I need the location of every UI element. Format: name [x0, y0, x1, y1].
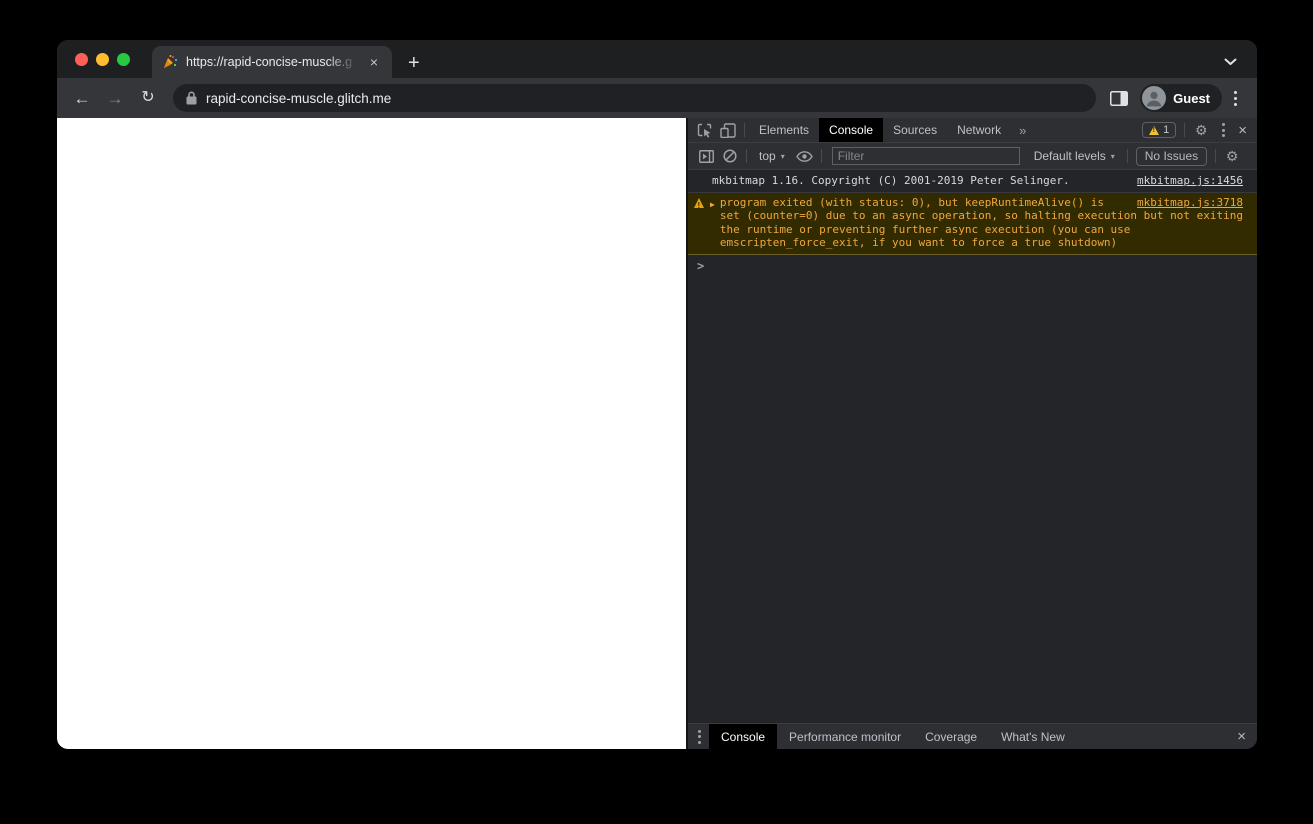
clear-console-icon[interactable]	[718, 143, 742, 169]
minimize-window-button[interactable]	[96, 52, 109, 66]
party-popper-favicon	[164, 55, 178, 68]
back-button[interactable]: ←	[69, 90, 95, 107]
maximize-window-button[interactable]	[117, 52, 130, 66]
drawer-close-icon[interactable]: ×	[1226, 729, 1257, 744]
browser-menu-icon[interactable]	[1226, 90, 1245, 106]
browser-window: https://rapid-concise-muscle.g × + ← → ↻…	[57, 40, 1257, 749]
warning-triangle-icon	[694, 197, 704, 213]
inspect-element-icon[interactable]	[692, 118, 716, 142]
browser-toolbar: ← → ↻ rapid-concise-muscle.glitch.me Gue…	[57, 78, 1257, 118]
expand-arrow-icon[interactable]: ▶	[710, 198, 715, 212]
drawer-tab-performance-monitor[interactable]: Performance monitor	[777, 724, 913, 749]
console-sidebar-icon[interactable]	[694, 143, 718, 169]
issues-button[interactable]: No Issues	[1135, 146, 1208, 166]
devtools-drawer: Console Performance monitor Coverage Wha…	[688, 723, 1257, 749]
prompt-chevron: >	[697, 258, 705, 273]
url-text[interactable]: rapid-concise-muscle.glitch.me	[206, 91, 391, 106]
console-toolbar: top ▾ Default levels ▾ No Issues	[688, 143, 1257, 170]
warning-triangle-icon	[1149, 125, 1160, 135]
web-page-viewport[interactable]	[57, 118, 686, 749]
console-messages: mkbitmap.js:1456 mkbitmap 1.16. Copyright…	[688, 170, 1257, 723]
devtools-tab-elements[interactable]: Elements	[749, 118, 819, 142]
side-panel-icon[interactable]	[1110, 90, 1129, 106]
avatar-icon	[1142, 86, 1167, 110]
browser-tab[interactable]: https://rapid-concise-muscle.g ×	[152, 46, 392, 78]
drawer-tab-coverage[interactable]: Coverage	[913, 724, 989, 749]
tab-close-icon[interactable]: ×	[366, 53, 382, 71]
profile-name: Guest	[1173, 90, 1210, 106]
devtools-tabbar: Elements Console Sources Network » 1 ⚙ ×	[688, 118, 1257, 143]
console-filter-input[interactable]	[831, 147, 1020, 165]
tab-title: https://rapid-concise-muscle.g	[186, 55, 353, 69]
devtools-menu-icon[interactable]	[1213, 123, 1234, 137]
tab-strip: https://rapid-concise-muscle.g × +	[57, 40, 1257, 78]
close-window-button[interactable]	[75, 52, 88, 66]
source-link[interactable]: mkbitmap.js:3718	[1137, 196, 1243, 210]
context-selector[interactable]: top ▾	[751, 149, 793, 163]
devtools-tab-network[interactable]: Network	[947, 118, 1011, 142]
warning-count: 1	[1163, 124, 1170, 136]
devtools-tab-console[interactable]: Console	[819, 118, 884, 142]
devtools-tab-sources[interactable]: Sources	[883, 118, 947, 142]
source-link[interactable]: mkbitmap.js:1456	[1137, 174, 1243, 188]
drawer-tab-whats-new[interactable]: What's New	[989, 724, 1077, 749]
log-levels-selector[interactable]: Default levels ▾	[1026, 149, 1123, 163]
address-bar[interactable]: rapid-concise-muscle.glitch.me	[173, 84, 1097, 112]
log-text: mkbitmap 1.16. Copyright (C) 2001-2019 P…	[712, 174, 1070, 187]
device-toolbar-icon[interactable]	[716, 118, 740, 142]
devtools-settings-icon[interactable]: ⚙	[1189, 118, 1213, 142]
lock-icon[interactable]	[186, 91, 197, 105]
console-settings-icon[interactable]: ⚙	[1220, 143, 1244, 169]
warning-count-badge[interactable]: 1	[1142, 122, 1177, 138]
more-tabs-icon[interactable]: »	[1011, 123, 1034, 138]
live-expression-eye-icon[interactable]	[793, 143, 817, 169]
chevron-down-icon: ▾	[780, 151, 785, 161]
new-tab-button[interactable]: +	[408, 53, 420, 73]
forward-button[interactable]: →	[102, 90, 128, 107]
profile-chip[interactable]: Guest	[1140, 84, 1222, 112]
console-warning-message: ▶ mkbitmap.js:3718program exited (with s…	[688, 192, 1257, 255]
devtools-panel: Elements Console Sources Network » 1 ⚙ ×	[686, 118, 1257, 749]
tab-search-chevron-icon[interactable]	[1224, 58, 1237, 66]
reload-button[interactable]: ↻	[135, 90, 161, 106]
console-prompt[interactable]: >	[688, 255, 1257, 274]
context-label: top	[759, 149, 776, 163]
log-levels-label: Default levels	[1033, 149, 1106, 163]
window-controls	[57, 40, 152, 78]
chevron-down-icon: ▾	[1110, 151, 1115, 161]
drawer-tab-console[interactable]: Console	[709, 724, 778, 749]
drawer-menu-icon[interactable]	[688, 724, 709, 749]
devtools-close-icon[interactable]: ×	[1234, 123, 1257, 138]
console-log-message: mkbitmap.js:1456 mkbitmap 1.16. Copyright…	[688, 170, 1257, 193]
